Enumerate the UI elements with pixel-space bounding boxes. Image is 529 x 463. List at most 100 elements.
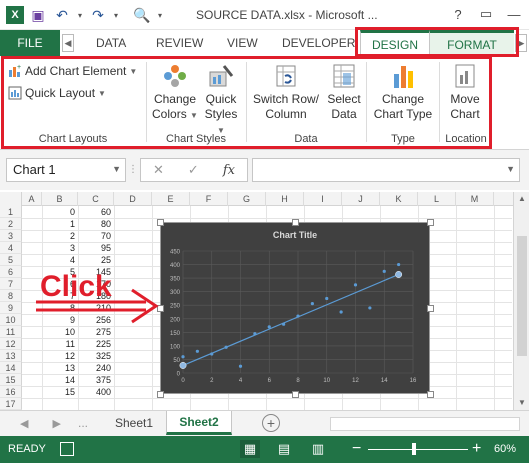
expand-formula-bar-icon[interactable]: ▼ (506, 164, 515, 174)
row-header[interactable]: 1 (0, 206, 22, 218)
add-chart-element-button[interactable]: + Add Chart Element ▼ (8, 64, 137, 78)
tab-design[interactable]: DESIGN (360, 30, 430, 56)
column-header-h[interactable]: H (266, 192, 304, 206)
switch-row-column-button[interactable]: Switch Row/ Column (250, 62, 322, 122)
macro-recording-icon[interactable] (60, 442, 74, 456)
zoom-out-icon[interactable]: − (352, 440, 361, 458)
change-chart-type-button[interactable]: Change Chart Type (370, 62, 436, 122)
zoom-slider[interactable] (368, 449, 468, 450)
cell-a[interactable]: 14 (42, 374, 78, 386)
row-header[interactable]: 3 (0, 230, 22, 242)
vertical-scrollbar[interactable]: ▲ ▼ (513, 192, 529, 410)
resize-handle-top[interactable] (292, 219, 299, 226)
cell-b[interactable]: 225 (78, 338, 114, 350)
column-header-l[interactable]: L (418, 192, 456, 206)
resize-handle-bottom[interactable] (292, 391, 299, 398)
column-header-a[interactable]: A (22, 192, 42, 206)
cell-a[interactable]: 15 (42, 386, 78, 398)
cell-b[interactable]: 240 (78, 362, 114, 374)
cancel-icon[interactable]: ✕ (153, 162, 164, 178)
select-data-button[interactable]: Select Data (324, 62, 364, 122)
row-header[interactable]: 12 (0, 338, 22, 350)
quick-layout-button[interactable]: Quick Layout ▼ (8, 86, 106, 100)
page-break-view-icon[interactable]: ▥ (308, 440, 328, 458)
minimize-icon[interactable]: — (503, 4, 525, 24)
row-header[interactable]: 6 (0, 266, 22, 278)
tab-format[interactable]: FORMAT (430, 30, 514, 56)
row-header[interactable]: 11 (0, 326, 22, 338)
move-chart-button[interactable]: Move Chart (441, 62, 489, 122)
row-header[interactable]: 5 (0, 254, 22, 266)
row-header[interactable]: 13 (0, 350, 22, 362)
cell-a[interactable]: 3 (42, 242, 78, 254)
cell-b[interactable]: 95 (78, 242, 114, 254)
quick-styles-button[interactable]: Quick Styles ▼ (200, 62, 242, 138)
cell-b[interactable]: 80 (78, 218, 114, 230)
redo-dropdown-icon[interactable]: ▾ (112, 5, 120, 25)
cell-a[interactable]: 13 (42, 362, 78, 374)
insert-function-icon[interactable]: fx (223, 163, 235, 178)
sheet-tab-sheet2[interactable]: Sheet2 (166, 411, 232, 435)
row-header[interactable]: 2 (0, 218, 22, 230)
row-header[interactable]: 4 (0, 242, 22, 254)
redo-icon[interactable]: ↷ (88, 5, 108, 25)
row-header[interactable]: 15 (0, 374, 22, 386)
sheet-nav-right-icon[interactable]: ▶ (52, 417, 60, 430)
column-header-k[interactable]: K (380, 192, 418, 206)
column-header-f[interactable]: F (190, 192, 228, 206)
cell-a[interactable]: 11 (42, 338, 78, 350)
page-layout-view-icon[interactable]: ▤ (274, 440, 294, 458)
sheet-nav-more-icon[interactable]: ... (78, 416, 88, 430)
undo-dropdown-icon[interactable]: ▾ (76, 5, 84, 25)
tab-scroll-right-icon[interactable]: ▶ (515, 34, 527, 52)
change-colors-button[interactable]: Change Colors ▼ (150, 62, 200, 123)
print-preview-icon[interactable]: 🔍 (132, 5, 152, 25)
undo-icon[interactable]: ↶ (52, 5, 72, 25)
column-header-b[interactable]: B (42, 192, 78, 206)
column-header-e[interactable]: E (152, 192, 190, 206)
cell-b[interactable]: 70 (78, 230, 114, 242)
row-header[interactable]: 9 (0, 302, 22, 314)
formula-input[interactable]: ▼ (252, 158, 520, 182)
formula-bar-grip-icon[interactable]: ⋮ (128, 164, 138, 175)
cell-b[interactable]: 400 (78, 386, 114, 398)
resize-handle-bottom-right[interactable] (427, 391, 434, 398)
name-box[interactable]: Chart 1 ▼ (6, 158, 126, 182)
tab-developer[interactable]: DEVELOPER (282, 36, 355, 50)
tab-file[interactable]: FILE (0, 30, 60, 56)
column-header-i[interactable]: I (304, 192, 342, 206)
zoom-level[interactable]: 60% (494, 443, 516, 455)
scroll-up-icon[interactable]: ▲ (514, 192, 529, 206)
help-icon[interactable]: ? (447, 4, 469, 24)
cell-b[interactable]: 325 (78, 350, 114, 362)
column-header-d[interactable]: D (114, 192, 152, 206)
row-header[interactable]: 7 (0, 278, 22, 290)
cell-b[interactable]: 375 (78, 374, 114, 386)
column-header-j[interactable]: J (342, 192, 380, 206)
cell-a[interactable]: 2 (42, 230, 78, 242)
row-header[interactable]: 8 (0, 290, 22, 302)
resize-handle-top-left[interactable] (157, 219, 164, 226)
select-all-corner[interactable] (0, 192, 22, 206)
zoom-in-icon[interactable]: + (472, 440, 481, 458)
customize-qat-icon[interactable]: ▾ (156, 5, 164, 25)
ribbon-display-options-icon[interactable]: ▭ (475, 4, 497, 24)
chevron-down-icon[interactable]: ▼ (112, 164, 121, 174)
tab-view[interactable]: VIEW (227, 36, 258, 50)
enter-icon[interactable]: ✓ (188, 162, 199, 178)
cell-a[interactable]: 12 (42, 350, 78, 362)
resize-handle-bottom-left[interactable] (157, 391, 164, 398)
resize-handle-top-right[interactable] (427, 219, 434, 226)
cell-a[interactable]: 0 (42, 206, 78, 218)
chart-area[interactable]: Chart Title 0 50 100 150 200 250 300 350 400 450 0… (160, 222, 430, 394)
tab-data[interactable]: DATA (96, 36, 126, 50)
sheet-nav-left-icon[interactable]: ◀ (20, 417, 28, 430)
horizontal-scrollbar[interactable] (330, 417, 520, 431)
sheet-tab-sheet1[interactable]: Sheet1 (104, 411, 164, 435)
save-icon[interactable]: ▣ (28, 5, 48, 25)
zoom-slider-thumb[interactable] (412, 443, 416, 455)
tab-scroll-left-icon[interactable]: ◀ (62, 34, 74, 52)
cell-a[interactable]: 1 (42, 218, 78, 230)
column-header-c[interactable]: C (78, 192, 114, 206)
scroll-down-icon[interactable]: ▼ (514, 396, 529, 410)
